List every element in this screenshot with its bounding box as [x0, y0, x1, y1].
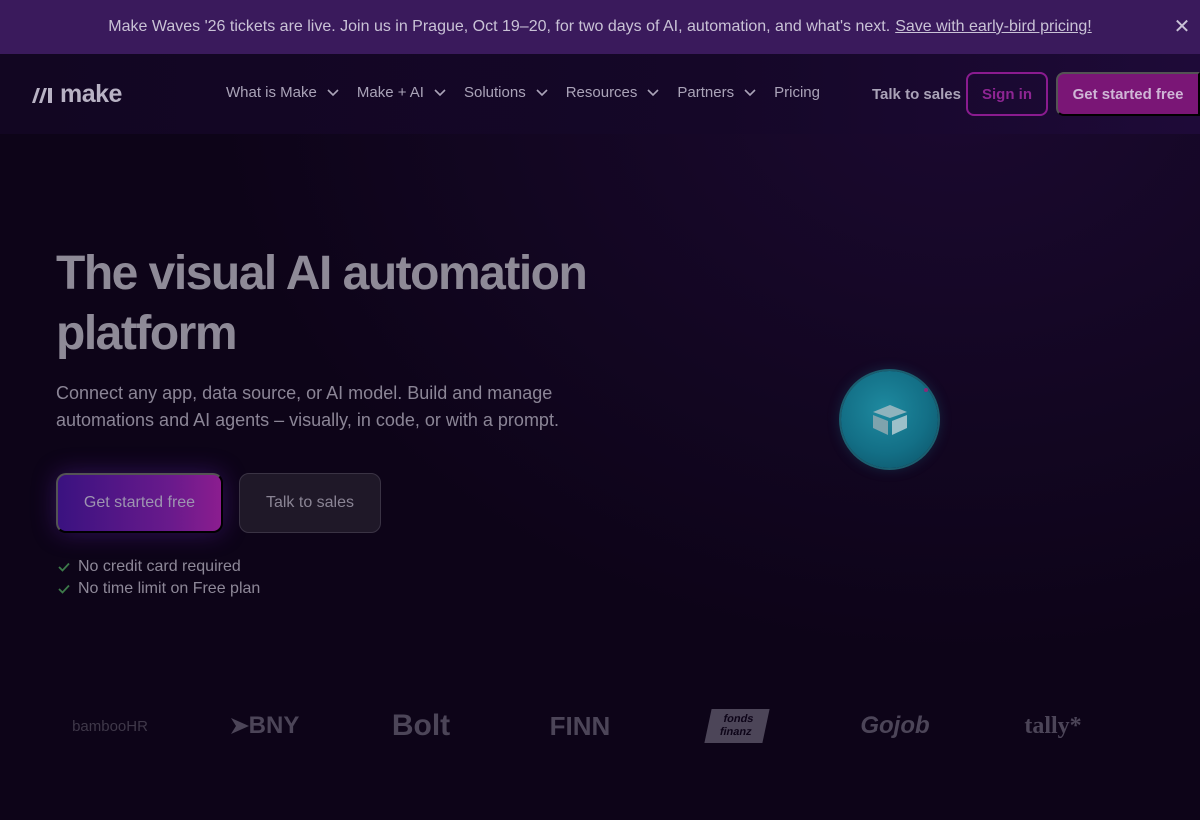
chevron-down-icon — [647, 88, 659, 96]
logo-gojob: Gojob — [860, 712, 930, 739]
hero-subtitle: Connect any app, data source, or AI mode… — [56, 383, 559, 430]
logo-wordmark: make — [60, 80, 122, 108]
announcement-text: Make Waves '26 tickets are live. Join us… — [108, 18, 1092, 35]
connector-dot — [924, 388, 928, 392]
nav-item-what-is-make[interactable]: What is Make — [226, 84, 339, 101]
chevron-down-icon — [536, 88, 548, 96]
make-logo-icon — [32, 87, 52, 103]
box-icon — [872, 404, 907, 435]
benefit-item: No credit card required — [58, 556, 260, 578]
nav-item-make-ai[interactable]: Make + AI — [357, 84, 446, 101]
early-bird-link[interactable]: Save with early-bird pricing! — [895, 18, 1092, 35]
hero-get-started-button[interactable]: Get started free — [56, 473, 223, 533]
logo-bamboohr: bambooHR — [72, 717, 148, 735]
fonds-finanz-badge: fonds finanz — [704, 709, 770, 743]
benefit-list: No credit card required No time limit on… — [58, 556, 260, 600]
announcement-bar: Make Waves '26 tickets are live. Join us… — [0, 0, 1200, 54]
close-icon[interactable]: ✕ — [1170, 15, 1194, 39]
nav-item-resources[interactable]: Resources — [566, 84, 660, 101]
top-nav: make What is Make Make + AI Solutions Re… — [0, 54, 1200, 134]
logo-finn: FINN — [549, 710, 611, 741]
chevron-down-icon — [327, 88, 339, 96]
chevron-down-icon — [434, 88, 446, 96]
chevron-down-icon — [744, 88, 756, 96]
page: Make Waves '26 tickets are live. Join us… — [0, 0, 1200, 820]
app-module-orb — [841, 371, 938, 468]
logo-bolt: Bolt — [391, 709, 451, 742]
nav-item-solutions[interactable]: Solutions — [464, 84, 548, 101]
logo-bny: BNY — [220, 700, 310, 752]
logo-tally: tally* — [1024, 712, 1082, 739]
hero-title: The visual AI automation platform — [56, 247, 588, 360]
check-icon — [58, 584, 70, 594]
talk-to-sales-link[interactable]: Talk to sales — [872, 86, 961, 103]
benefit-item: No time limit on Free plan — [58, 578, 260, 600]
sign-in-button[interactable]: Sign in — [966, 72, 1048, 116]
bny-arrow-icon — [230, 718, 249, 734]
hero-talk-to-sales-button[interactable]: Talk to sales — [239, 473, 381, 533]
nav-item-partners[interactable]: Partners — [677, 84, 756, 101]
customer-logos: bambooHR BNY Bolt FINN fonds finanz Gojo… — [60, 700, 1160, 752]
check-icon — [58, 562, 70, 572]
logo-fonds-finanz: fonds finanz — [704, 700, 770, 752]
nav-item-pricing[interactable]: Pricing — [774, 84, 820, 101]
nav-get-started-button[interactable]: Get started free — [1056, 72, 1200, 116]
make-logo[interactable]: make — [30, 80, 122, 109]
main-menu: What is Make Make + AI Solutions Resourc… — [226, 84, 838, 101]
